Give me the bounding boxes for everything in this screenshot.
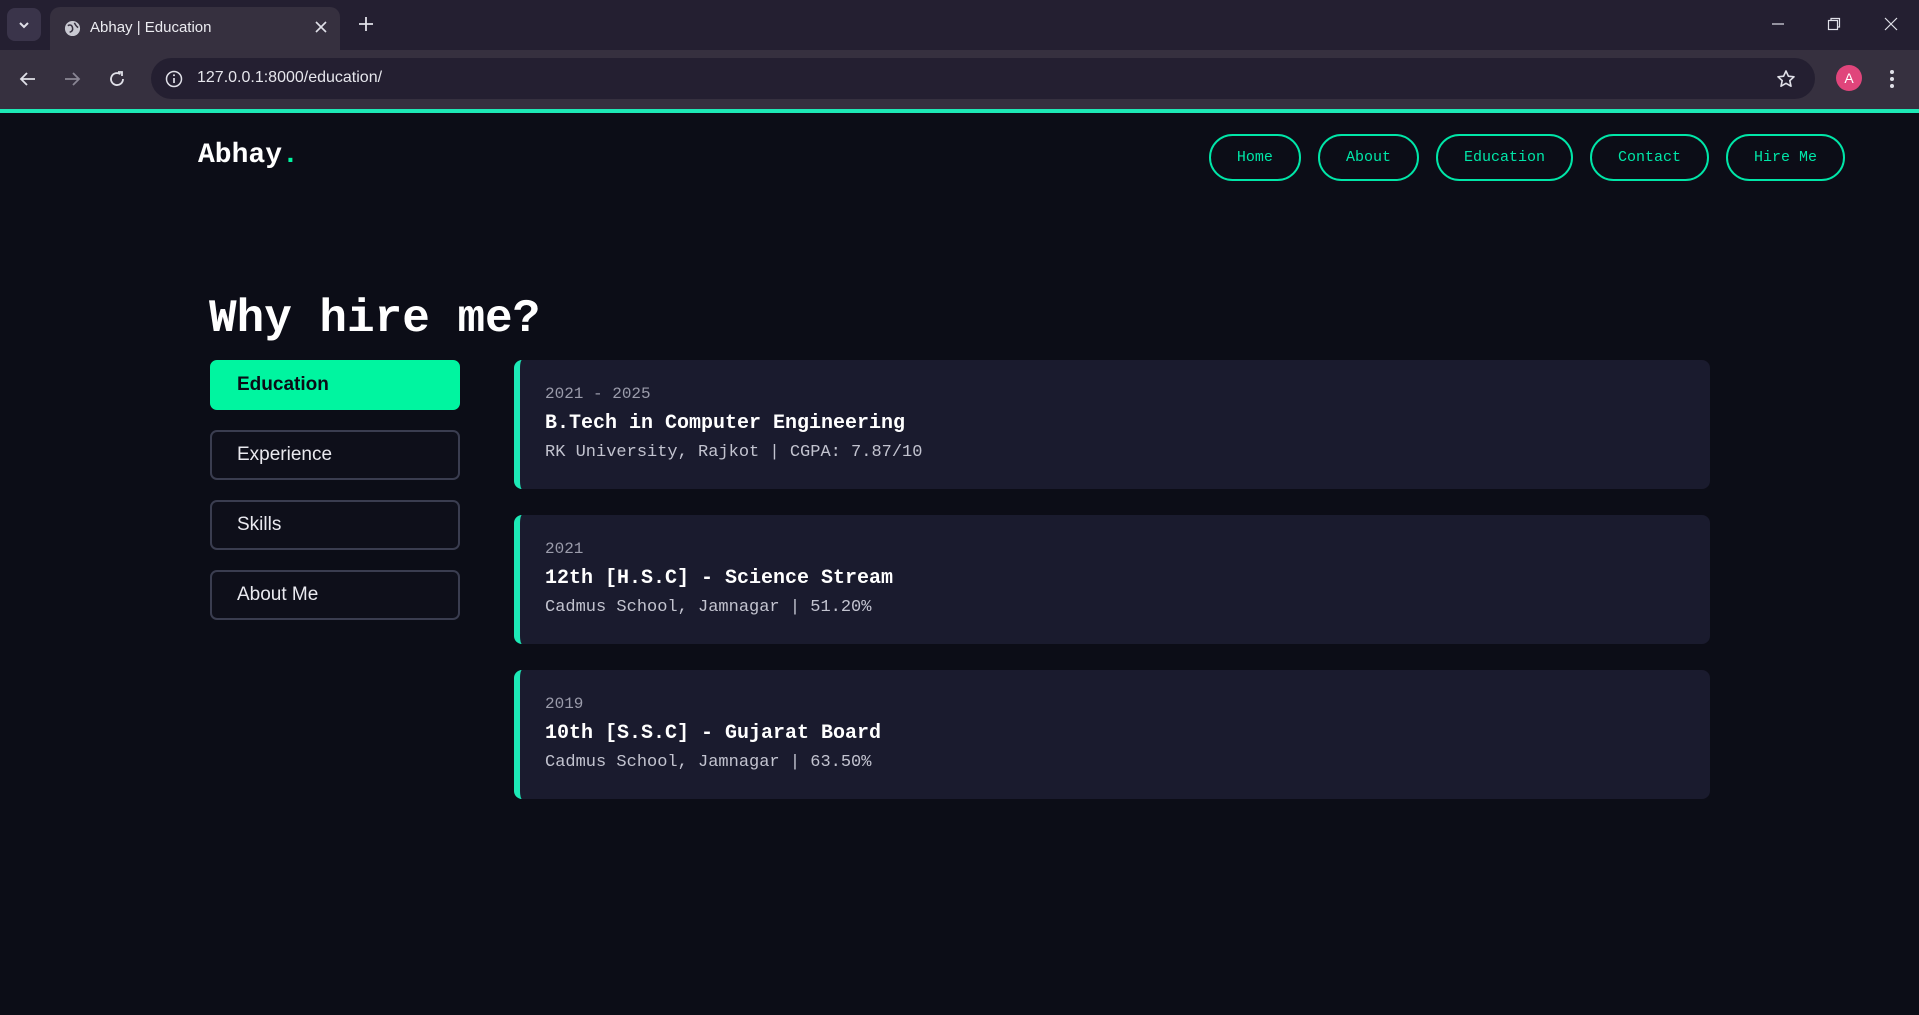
page-content: Abhay. Home About Education Contact Hire… xyxy=(0,113,1919,1015)
site-nav: Home About Education Contact Hire Me xyxy=(1208,134,1845,181)
tab-close-button[interactable] xyxy=(310,16,332,38)
tab-skills[interactable]: Skills xyxy=(210,500,460,550)
reload-icon xyxy=(110,71,124,86)
browser-menu-button[interactable] xyxy=(1878,63,1906,95)
tab-education[interactable]: Education xyxy=(210,360,460,410)
restore-button[interactable] xyxy=(1814,6,1854,42)
logo-text: Abhay xyxy=(198,140,283,171)
site-logo[interactable]: Abhay. xyxy=(198,140,299,171)
education-years: 2019 xyxy=(545,695,584,713)
nav-link-education[interactable]: Education xyxy=(1435,134,1573,181)
tab-title: Abhay | Education xyxy=(90,19,212,36)
browser-tab[interactable]: Abhay | Education xyxy=(50,7,340,50)
browser-toolbar: 127.0.0.1:8000/education/ A xyxy=(0,50,1919,109)
education-title: 12th [H.S.C] - Science Stream xyxy=(545,567,894,590)
education-detail: Cadmus School, Jamnagar | 51.20% xyxy=(545,598,872,617)
close-window-button[interactable] xyxy=(1871,6,1911,42)
arrow-right-icon xyxy=(65,72,81,86)
bookmark-button[interactable] xyxy=(1773,66,1799,92)
nav-link-contact[interactable]: Contact xyxy=(1589,134,1709,181)
education-card: 2021 12th [H.S.C] - Science Stream Cadmu… xyxy=(514,515,1710,644)
section-tabs: Education Experience Skills About Me xyxy=(210,360,460,640)
education-title: 10th [S.S.C] - Gujarat Board xyxy=(545,722,882,745)
profile-avatar[interactable]: A xyxy=(1836,65,1862,91)
browser-tab-strip: Abhay | Education xyxy=(0,0,1919,50)
address-bar[interactable]: 127.0.0.1:8000/education/ xyxy=(151,58,1815,99)
education-title: B.Tech in Computer Engineering xyxy=(545,412,906,435)
arrow-left-icon xyxy=(19,72,35,86)
education-years: 2021 xyxy=(545,540,584,558)
tab-experience[interactable]: Experience xyxy=(210,430,460,480)
education-detail: RK University, Rajkot | CGPA: 7.87/10 xyxy=(545,443,923,462)
kebab-menu-icon xyxy=(1890,70,1894,88)
back-button[interactable] xyxy=(12,63,44,95)
page-heading: Why hire me? xyxy=(209,293,541,345)
info-icon xyxy=(165,70,183,88)
education-card: 2019 10th [S.S.C] - Gujarat Board Cadmus… xyxy=(514,670,1710,799)
nav-link-hire-me[interactable]: Hire Me xyxy=(1725,134,1845,181)
education-list: 2021 - 2025 B.Tech in Computer Engineeri… xyxy=(514,360,1710,825)
plus-icon xyxy=(359,17,373,31)
site-info-button[interactable] xyxy=(161,66,187,92)
tab-about-me[interactable]: About Me xyxy=(210,570,460,620)
close-icon xyxy=(1884,17,1898,31)
restore-icon xyxy=(1827,17,1841,31)
close-icon xyxy=(315,21,327,33)
tab-search-button[interactable] xyxy=(7,8,41,41)
logo-dot: . xyxy=(282,140,299,171)
chevron-down-icon xyxy=(19,21,29,28)
reload-button[interactable] xyxy=(101,63,133,95)
nav-link-home[interactable]: Home xyxy=(1208,134,1301,181)
minimize-button[interactable] xyxy=(1758,6,1798,42)
new-tab-button[interactable] xyxy=(352,10,380,38)
education-card: 2021 - 2025 B.Tech in Computer Engineeri… xyxy=(514,360,1710,489)
forward-button[interactable] xyxy=(56,63,88,95)
nav-link-about[interactable]: About xyxy=(1317,134,1419,181)
minimize-icon xyxy=(1772,23,1784,25)
url-text[interactable]: 127.0.0.1:8000/education/ xyxy=(197,69,382,87)
globe-icon xyxy=(64,20,81,37)
education-years: 2021 - 2025 xyxy=(545,385,651,403)
star-icon xyxy=(1777,70,1795,87)
education-detail: Cadmus School, Jamnagar | 63.50% xyxy=(545,753,872,772)
